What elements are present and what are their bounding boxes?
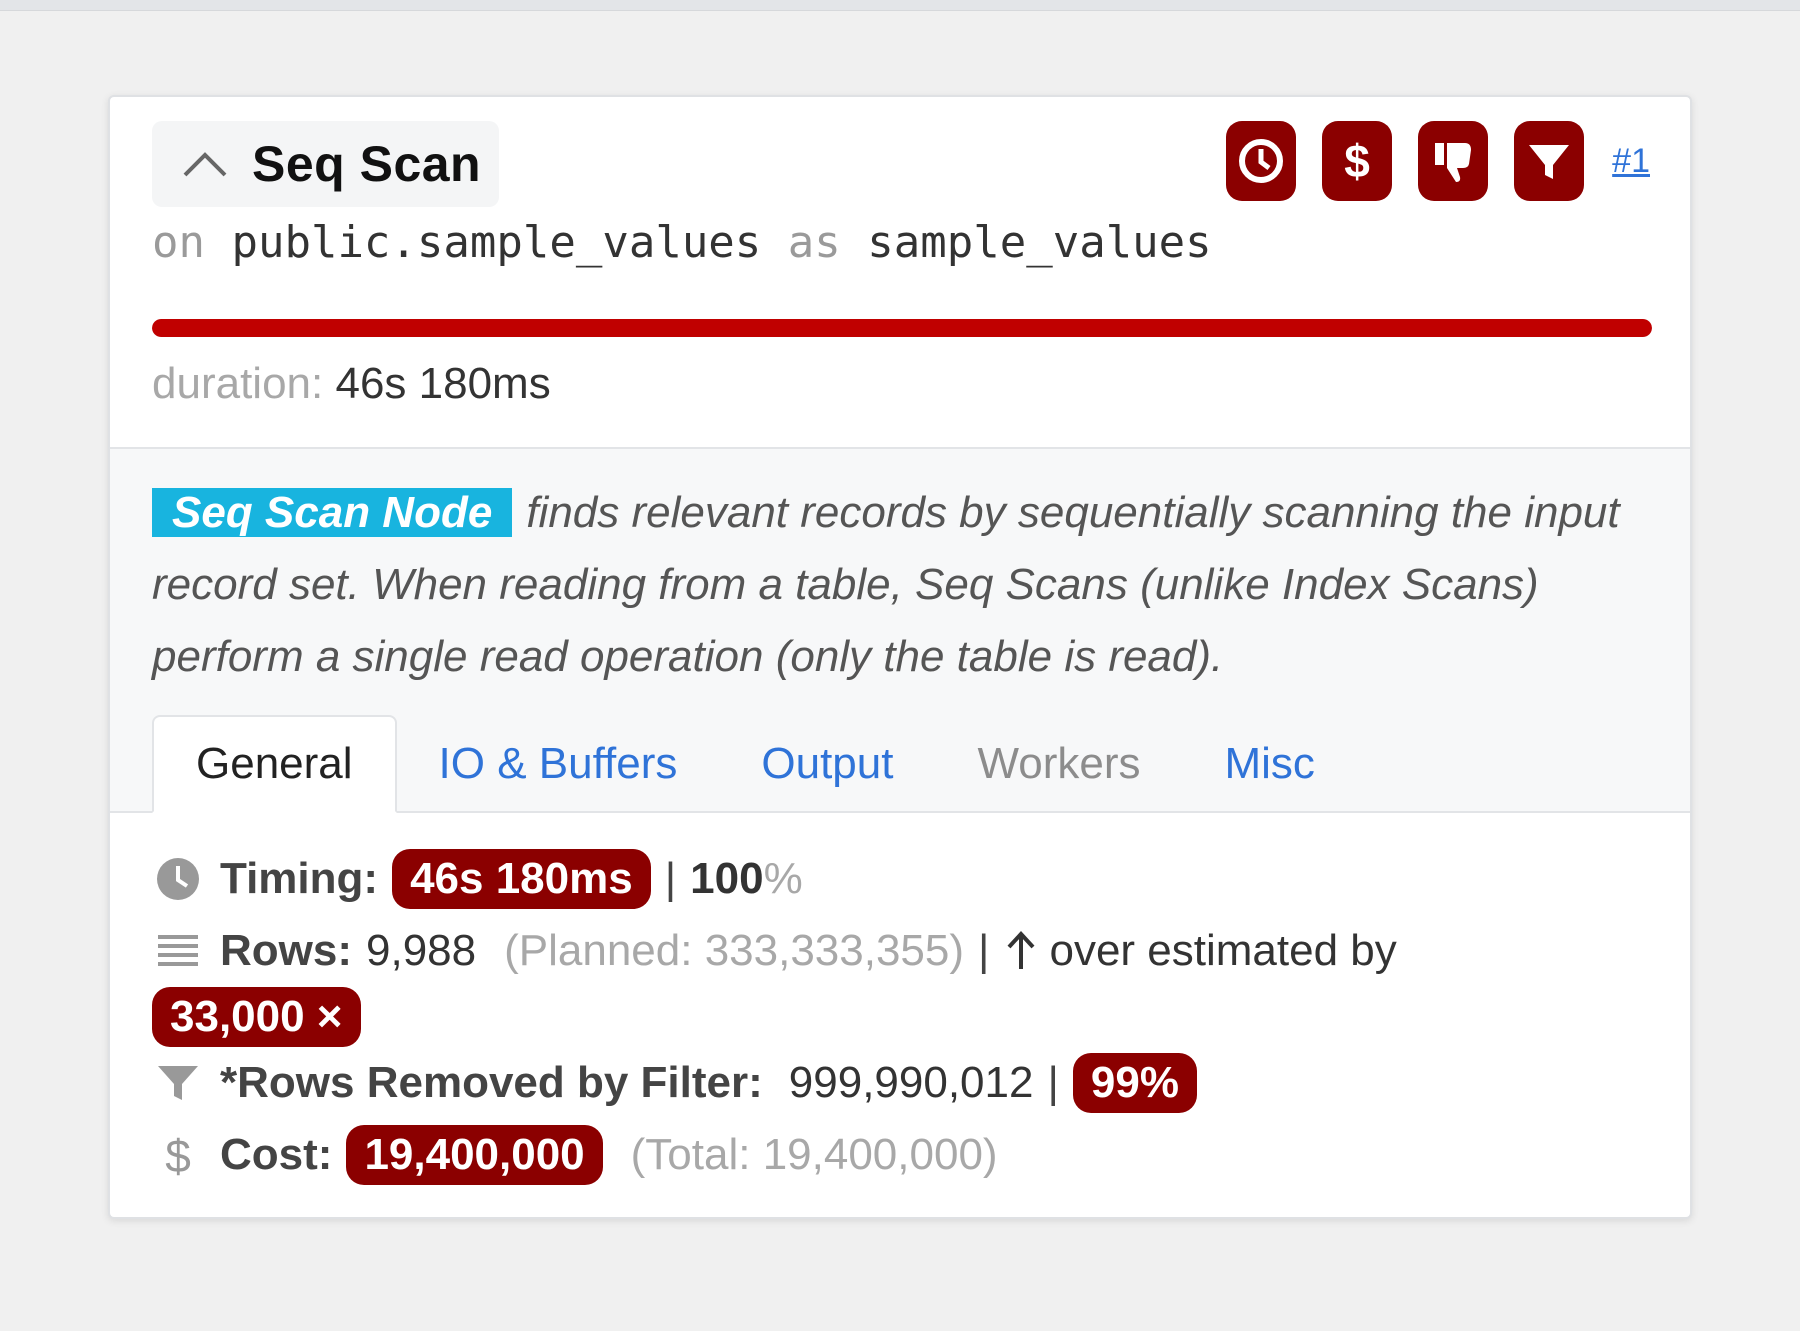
rows-value: 9,988 [366,926,477,975]
tab-output[interactable]: Output [719,715,935,813]
timing-row: Timing: 46s 180ms | 100% [152,843,1648,915]
plan-node-card: Seq Scan $ #1 on public.sample_values as… [108,95,1692,1219]
node-warning-icons: $ #1 [1200,121,1650,201]
filter-icon [152,1057,204,1109]
timing-percent: 100 [690,854,764,903]
chevron-up-icon [180,144,230,184]
svg-text:$: $ [1344,135,1370,187]
cost-value-badge: 19,400,000 [346,1125,603,1185]
node-description-area: Seq Scan Node finds relevant records by s… [110,449,1690,813]
top-divider [0,0,1800,11]
duration-label: duration: [152,359,324,408]
filter-value: 999,990,012 [788,1058,1034,1107]
filter-separator: | [1047,1058,1059,1107]
timing-label: Timing: [220,854,379,903]
rows-estimate-note: over estimated by [1049,926,1397,975]
rows-label: Rows: [220,926,352,975]
rows-row: Rows: 9,988 (Planned: 333,333,355) | ove… [152,915,1648,987]
filter-percent-badge: 99% [1072,1053,1197,1113]
rows-factor-row: 33,000 × [152,987,1648,1047]
timing-separator: | [664,854,677,903]
node-description: Seq Scan Node finds relevant records by s… [152,477,1662,693]
clock-icon [152,853,204,905]
node-header: Seq Scan $ #1 on public.sample_values as… [110,97,1690,449]
duration-progress-bar [152,319,1652,337]
filter-icon[interactable] [1514,121,1585,201]
svg-text:$: $ [165,1130,191,1180]
arrow-up-icon [1003,925,1039,977]
filter-row: *Rows Removed by Filter: 999,990,012 | 9… [152,1047,1648,1119]
duration-progress-fill [152,319,1652,337]
list-icon [152,925,204,977]
relation-alias: sample_values [867,217,1212,268]
general-stats: Timing: 46s 180ms | 100% Rows: 9,988 (Pl… [110,813,1690,1191]
tab-misc[interactable]: Misc [1182,715,1356,813]
node-id-link[interactable]: #1 [1612,121,1650,201]
node-tabs: General IO & Buffers Output Workers Misc [152,715,1357,813]
clock-icon[interactable] [1226,121,1297,201]
dollar-icon: $ [152,1129,204,1181]
filter-label: *Rows Removed by Filter: [220,1058,763,1107]
as-keyword: as [787,217,841,268]
node-title-toggle[interactable]: Seq Scan [152,121,500,207]
dollar-icon[interactable]: $ [1322,121,1393,201]
relation-table: public.sample_values [231,217,762,268]
cost-label: Cost: [220,1130,333,1179]
timing-percent-sign: % [763,854,803,903]
node-type-tag: Seq Scan Node [152,488,513,537]
tab-general[interactable]: General [152,715,397,813]
timing-value-badge: 46s 180ms [392,849,651,909]
estimate-factor-badge: 33,000 × [152,987,361,1047]
node-title: Seq Scan [252,136,482,192]
on-keyword: on [152,217,205,268]
cost-total: (Total: 19,400,000) [630,1130,998,1179]
duration-summary: duration: 46s 180ms [152,359,551,409]
rows-separator: | [978,926,990,975]
tab-workers: Workers [977,739,1141,788]
rows-planned: (Planned: 333,333,355) [504,926,965,975]
thumbs-down-icon[interactable] [1418,121,1489,201]
cost-row: $ Cost: 19,400,000 (Total: 19,400,000) [152,1119,1648,1191]
tab-io-buffers[interactable]: IO & Buffers [397,715,720,813]
duration-value: 46s 180ms [335,359,551,408]
relation-info: on public.sample_values as sample_values [152,217,1212,268]
